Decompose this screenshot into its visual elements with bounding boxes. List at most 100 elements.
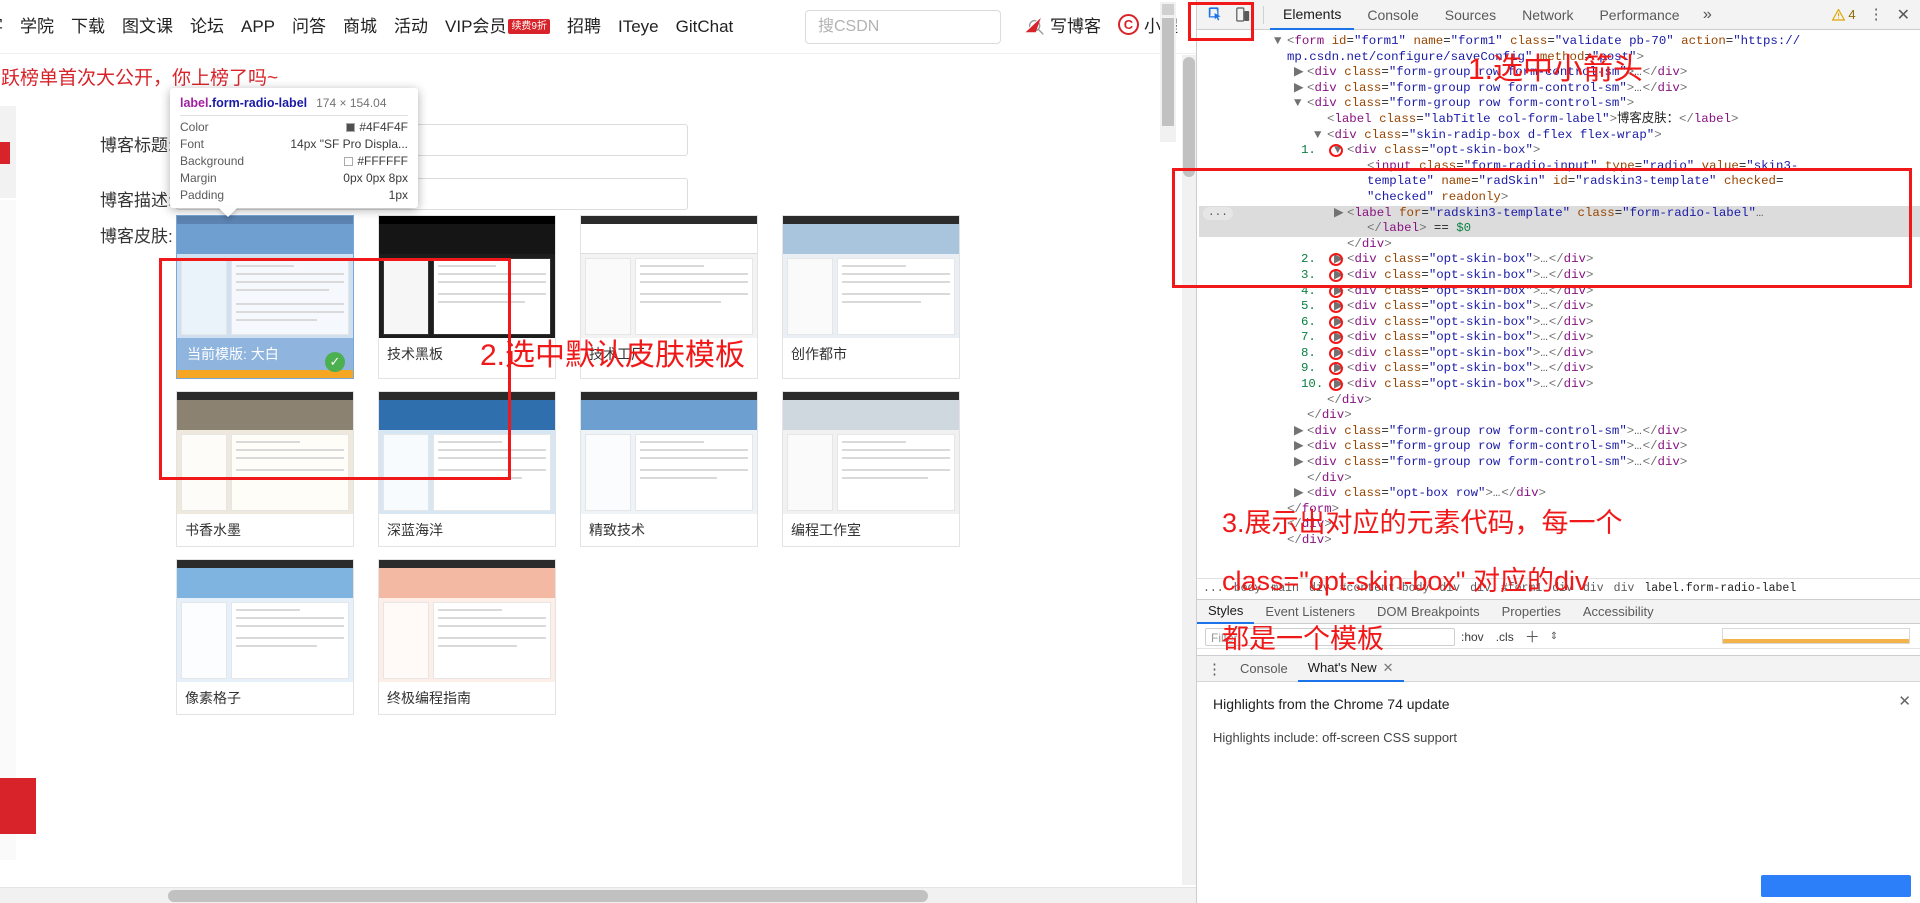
skin-thumbnail[interactable] [379, 392, 555, 514]
dom-tree[interactable]: ▼ <form id="form1" name="form1" class="va… [1197, 31, 1920, 574]
nav-link-vip-wrap[interactable]: VIP会员 续费9折 [445, 18, 550, 35]
skin-thumbnail[interactable] [581, 216, 757, 338]
dom-tree-line[interactable]: 10. ▶ <div class="opt-skin-box">…</div> [1199, 377, 1920, 393]
dom-tree-line[interactable]: ▼ <div class="skin-radip-box d-flex flex-… [1199, 128, 1920, 144]
dom-tree-line[interactable]: </div> [1199, 237, 1920, 253]
skin-thumbnail[interactable] [783, 392, 959, 514]
dom-tree-line[interactable]: ▼ <form id="form1" name="form1" class="va… [1199, 34, 1920, 50]
skin-thumbnail[interactable] [581, 392, 757, 514]
write-blog-button[interactable]: 写博客 [1022, 12, 1101, 37]
dom-tree-line[interactable]: 4. ▶ <div class="opt-skin-box">…</div> [1199, 284, 1920, 300]
new-style-rule-icon[interactable]: ＋ [1520, 626, 1545, 647]
dom-tree-line[interactable]: "checked" readonly> [1199, 190, 1920, 206]
tab-network[interactable]: Network [1509, 1, 1586, 29]
more-tabs-chevron-icon[interactable]: » [1693, 6, 1723, 24]
skin-card-selected[interactable]: 当前模版: 大白 ✓ [176, 215, 354, 379]
nav-link-mall[interactable]: 商城 [343, 18, 377, 35]
nav-link-app[interactable]: APP [241, 18, 275, 35]
page-vertical-scroll-thumb[interactable] [1183, 57, 1195, 177]
dom-tree-line[interactable]: </div> [1199, 471, 1920, 487]
skin-thumbnail[interactable] [177, 216, 353, 338]
drawer-tab-whats-new[interactable]: What's New ✕ [1297, 656, 1404, 682]
tab-elements[interactable]: Elements [1270, 0, 1355, 30]
nav-link-download[interactable]: 下载 [71, 18, 105, 35]
tab-performance[interactable]: Performance [1586, 1, 1692, 29]
drawer-tab-console[interactable]: Console [1230, 657, 1298, 681]
drawer-action-bar[interactable] [1761, 875, 1911, 897]
styles-tab-dom-breakpoints[interactable]: DOM Breakpoints [1366, 600, 1491, 623]
skin-card[interactable]: 编程工作室 [782, 391, 960, 547]
nav-link-gitchat[interactable]: GitChat [676, 18, 734, 35]
skin-card[interactable]: 创作都市 [782, 215, 960, 379]
page-horizontal-scrollbar[interactable] [0, 887, 1196, 903]
cls-toggle[interactable]: .cls [1490, 630, 1520, 644]
dom-tree-line[interactable]: 6. ▶ <div class="opt-skin-box">…</div> [1199, 315, 1920, 331]
styles-tab-accessibility[interactable]: Accessibility [1572, 600, 1665, 623]
dom-tree-line[interactable]: 2. ▶ <div class="opt-skin-box">…</div> [1199, 252, 1920, 268]
search-box[interactable] [805, 10, 1044, 44]
collapsed-marker[interactable]: ... [1203, 206, 1233, 220]
nav-link-blog[interactable]: 客 [0, 18, 3, 35]
inner-frame-scrollbar[interactable] [1160, 2, 1176, 142]
dom-tree-line[interactable]: template" name="radSkin" id="radskin3-te… [1199, 174, 1920, 190]
skin-thumbnail[interactable] [379, 216, 555, 338]
skin-thumbnail[interactable] [177, 392, 353, 514]
styles-tab-event-listeners[interactable]: Event Listeners [1254, 600, 1366, 623]
dom-tree-line[interactable]: ▶ <div class="form-group row form-control… [1199, 424, 1920, 440]
skin-thumbnail[interactable] [177, 560, 353, 682]
tab-sources[interactable]: Sources [1432, 1, 1509, 29]
dom-tree-line[interactable]: <label class="labTitle col-form-label">博… [1199, 112, 1920, 128]
inner-frame-scroll-thumb[interactable] [1162, 18, 1174, 126]
tab-console[interactable]: Console [1354, 1, 1431, 29]
styles-tab-styles[interactable]: Styles [1197, 599, 1255, 624]
dom-tree-line[interactable]: ▶ <div class="opt-box row">…</div> [1199, 486, 1920, 502]
nav-link-course[interactable]: 图文课 [122, 18, 173, 35]
dom-tree-line[interactable]: 7. ▶ <div class="opt-skin-box">…</div> [1199, 330, 1920, 346]
skin-card[interactable]: 终极编程指南 [378, 559, 556, 715]
dom-tree-line[interactable]: </label> == $0 [1199, 221, 1920, 237]
drawer-more-menu-icon[interactable]: ⋮ [1197, 660, 1230, 678]
page-horizontal-scroll-thumb[interactable] [168, 890, 928, 902]
dom-tree-line[interactable]: <input class="form-radio-input" type="ra… [1199, 159, 1920, 175]
styles-tab-properties[interactable]: Properties [1491, 600, 1572, 623]
dom-tree-line[interactable]: ▼ <div class="form-group row form-control… [1199, 96, 1920, 112]
skin-thumbnail[interactable] [783, 216, 959, 338]
nav-link-iteye[interactable]: ITeye [618, 18, 659, 35]
nav-link-jobs[interactable]: 招聘 [567, 18, 601, 35]
breadcrumb-item[interactable]: ... [1203, 582, 1224, 595]
dom-tree-line[interactable]: 3. ▶ <div class="opt-skin-box">…</div> [1199, 268, 1920, 284]
skin-thumbnail[interactable] [379, 560, 555, 682]
devtools-close-icon[interactable]: ✕ [1891, 5, 1916, 25]
dom-tree-line[interactable]: ▶ <label for="radskin3-template" class="f… [1199, 205, 1920, 222]
scroll-up-arrow[interactable] [1162, 4, 1174, 15]
drawer-tab-close-icon[interactable]: ✕ [1383, 656, 1394, 680]
skin-card[interactable]: 像素格子 [176, 559, 354, 715]
styles-sidebar-toggle-icon[interactable]: ⇕ [1545, 631, 1563, 643]
dom-tree-line[interactable]: ▶ <div class="form-group row form-control… [1199, 439, 1920, 455]
nav-link-academy[interactable]: 学院 [20, 18, 54, 35]
dom-tree-line[interactable]: 9. ▶ <div class="opt-skin-box">…</div> [1199, 361, 1920, 377]
nav-link-forum[interactable]: 论坛 [190, 18, 224, 35]
skin-card[interactable]: 书香水墨 [176, 391, 354, 547]
breadcrumb-item[interactable]: label.form-radio-label [1644, 582, 1796, 595]
devtools-more-menu-icon[interactable]: ⋮ [1862, 5, 1891, 24]
dom-tree-line[interactable]: </div> [1199, 393, 1920, 409]
warning-indicator[interactable]: 4 [1832, 7, 1856, 22]
skin-card[interactable]: 精致技术 [580, 391, 758, 547]
nav-link-vip[interactable]: VIP会员 [445, 18, 506, 35]
drawer-close-icon[interactable]: ✕ [1898, 692, 1911, 711]
page-vertical-scrollbar[interactable] [1182, 55, 1196, 885]
search-input[interactable] [816, 17, 1027, 37]
hov-toggle[interactable]: :hov [1455, 630, 1490, 644]
dom-tree-line[interactable]: 5. ▶ <div class="opt-skin-box">…</div> [1199, 299, 1920, 315]
breadcrumb-item[interactable]: div [1614, 582, 1635, 595]
dom-tree-line[interactable]: 8. ▶ <div class="opt-skin-box">…</div> [1199, 346, 1920, 362]
inspect-element-button[interactable] [1201, 2, 1229, 28]
dom-tree-line[interactable]: </div> [1199, 408, 1920, 424]
nav-link-qa[interactable]: 问答 [292, 18, 326, 35]
dom-tree-line[interactable]: 1. ▼ <div class="opt-skin-box"> [1199, 143, 1920, 159]
device-toolbar-button[interactable] [1229, 2, 1257, 28]
skin-card[interactable]: 深蓝海洋 [378, 391, 556, 547]
dom-tree-line[interactable]: ▶ <div class="form-group row form-control… [1199, 455, 1920, 471]
nav-link-activity[interactable]: 活动 [394, 18, 428, 35]
